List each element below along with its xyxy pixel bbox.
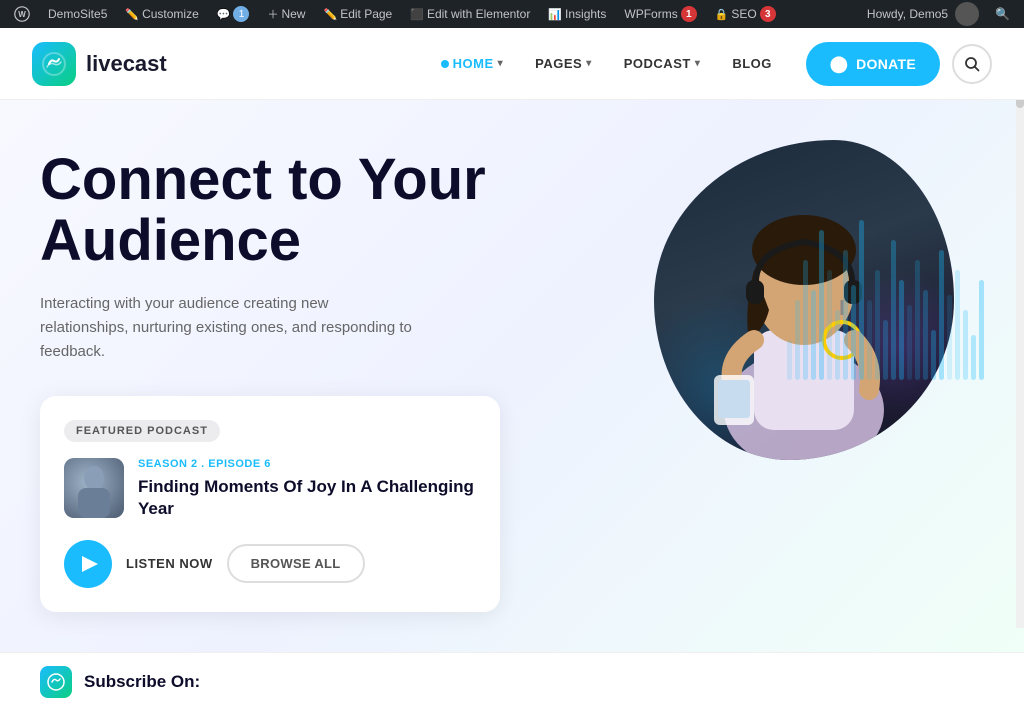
subscribe-bar: Subscribe On: xyxy=(0,652,1024,712)
wave-bar xyxy=(827,270,832,380)
nav-active-dot xyxy=(441,60,449,68)
play-button[interactable] xyxy=(64,540,112,588)
nav-podcast[interactable]: PODCAST ▾ xyxy=(610,48,715,79)
featured-podcast-card: FEATURED PODCAST SEASON 2 . EPISODE 6 Fi xyxy=(40,396,500,612)
logo-icon[interactable] xyxy=(32,42,76,86)
hero-subtitle: Interacting with your audience creating … xyxy=(40,292,420,364)
browse-all-button[interactable]: BROWSE ALL xyxy=(227,544,365,583)
card-actions: LISTEN NOW BROWSE ALL xyxy=(64,540,476,588)
chevron-down-icon: ▾ xyxy=(695,58,701,69)
subscribe-icon xyxy=(40,666,72,698)
comments-link[interactable]: 💬 1 xyxy=(211,0,256,28)
episode-label: SEASON 2 . EPISODE 6 xyxy=(138,458,476,470)
avatar xyxy=(955,2,979,26)
play-icon xyxy=(82,556,98,572)
wave-bar xyxy=(947,295,952,380)
episode-title: Finding Moments Of Joy In A Challenging … xyxy=(138,476,476,520)
wave-bar xyxy=(907,305,912,380)
wave-bar xyxy=(859,220,864,380)
hero-title: Connect to Your Audience xyxy=(40,150,520,272)
wpforms-link[interactable]: WPForms 1 xyxy=(618,0,702,28)
wave-bar xyxy=(923,290,928,380)
edit-elementor-link[interactable]: ⬛ Edit with Elementor xyxy=(404,0,536,28)
logo-area: livecast xyxy=(32,42,167,86)
howdy-link[interactable]: Howdy, Demo5 xyxy=(861,2,985,26)
wave-bar xyxy=(963,310,968,380)
nav-home[interactable]: HOME ▾ xyxy=(427,48,518,79)
wave-bar xyxy=(939,250,944,380)
hero-image-area xyxy=(584,120,984,500)
search-admin-link[interactable]: 🔍 xyxy=(989,7,1016,21)
hero-content: Connect to Your Audience Interacting wit… xyxy=(40,150,520,612)
edit-page-link[interactable]: ✏️ Edit Page xyxy=(317,0,398,28)
wave-bar xyxy=(971,335,976,380)
logo-text: livecast xyxy=(86,51,167,77)
admin-bar-right: Howdy, Demo5 🔍 xyxy=(861,2,1016,26)
wave-bar xyxy=(787,340,792,380)
wave-bar xyxy=(867,300,872,380)
episode-info: SEASON 2 . EPISODE 6 Finding Moments Of … xyxy=(64,458,476,520)
wave-bar xyxy=(899,280,904,380)
admin-bar: W DemoSite5 ✏️ Customize 💬 1 ＋ New ✏️ Ed… xyxy=(0,0,1024,28)
patreon-icon: ⬤ xyxy=(830,54,848,74)
wave-bar xyxy=(979,280,984,380)
customize-link[interactable]: ✏️ Customize xyxy=(119,0,204,28)
chevron-down-icon: ▾ xyxy=(498,58,504,69)
hero-section: Connect to Your Audience Interacting wit… xyxy=(0,100,1024,652)
wave-bar xyxy=(891,240,896,380)
wave-bar xyxy=(851,285,856,380)
wave-bar xyxy=(955,270,960,380)
wave-bar xyxy=(795,300,800,380)
wave-bar xyxy=(915,260,920,380)
wave-bar xyxy=(883,320,888,380)
donate-button[interactable]: ⬤ DONATE xyxy=(806,42,940,86)
subscribe-label: Subscribe On: xyxy=(84,672,200,692)
wave-bar xyxy=(803,260,808,380)
search-button[interactable] xyxy=(952,44,992,84)
chevron-down-icon: ▾ xyxy=(586,58,592,69)
wp-logo[interactable]: W xyxy=(8,0,36,28)
waveform-decoration xyxy=(787,180,984,380)
wave-bar xyxy=(931,330,936,380)
wave-bar xyxy=(835,310,840,380)
insights-link[interactable]: 📊 Insights xyxy=(542,0,612,28)
featured-badge: FEATURED PODCAST xyxy=(64,420,220,442)
main-nav: livecast HOME ▾ PAGES ▾ PODCAST ▾ BLOG ⬤… xyxy=(0,28,1024,100)
wave-bar xyxy=(819,230,824,380)
svg-text:W: W xyxy=(18,10,26,19)
listen-now-button[interactable]: LISTEN NOW xyxy=(126,552,213,575)
site-name[interactable]: DemoSite5 xyxy=(42,0,113,28)
nav-pages[interactable]: PAGES ▾ xyxy=(521,48,606,79)
wave-bar xyxy=(843,250,848,380)
seo-link[interactable]: 🔒 SEO 3 xyxy=(709,0,782,28)
nav-links: HOME ▾ PAGES ▾ PODCAST ▾ BLOG xyxy=(427,48,786,79)
episode-thumbnail xyxy=(64,458,124,518)
episode-meta: SEASON 2 . EPISODE 6 Finding Moments Of … xyxy=(138,458,476,520)
wave-bar xyxy=(811,290,816,380)
episode-thumb-image xyxy=(64,458,124,518)
wave-bar xyxy=(875,270,880,380)
new-link[interactable]: ＋ New xyxy=(261,0,311,28)
nav-blog[interactable]: BLOG xyxy=(718,48,786,79)
